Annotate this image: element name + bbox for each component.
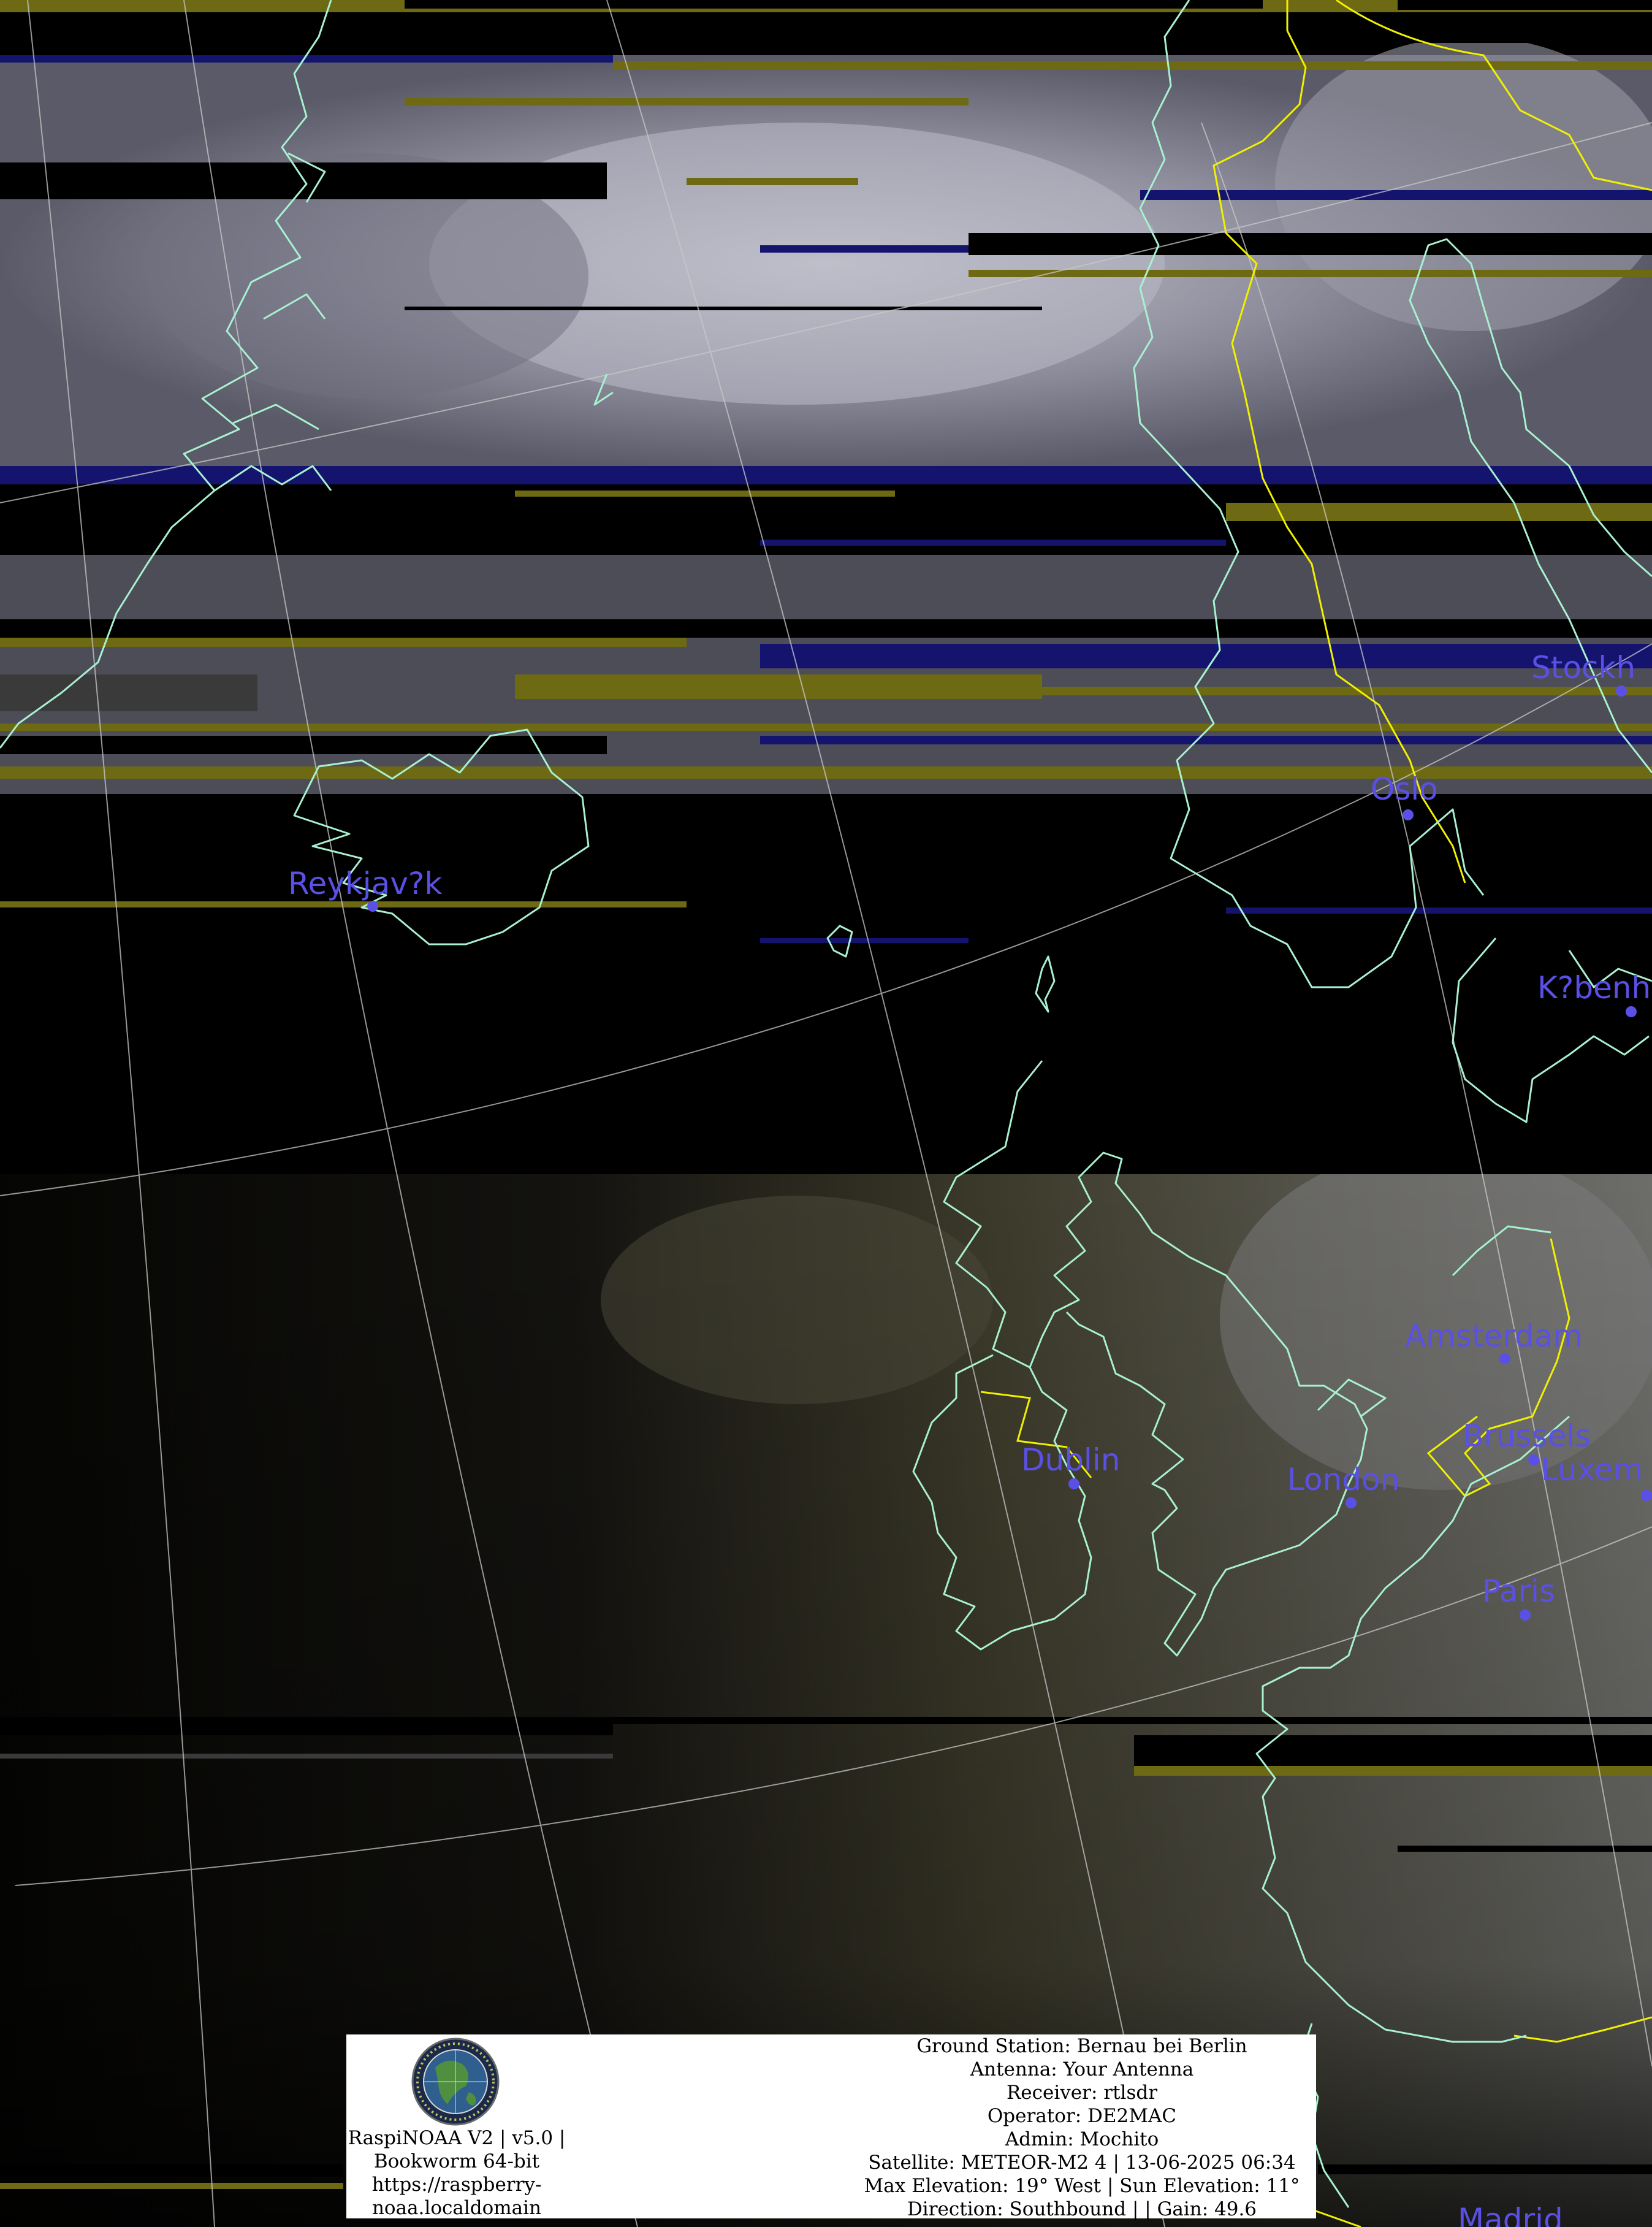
direction-gain: Direction: Southbound | | Gain: 49.6 — [907, 2198, 1257, 2220]
scanline-artifact — [969, 270, 1652, 277]
city-label-luxembourg: Luxem — [1541, 1452, 1643, 1488]
city-dot-reykjavik — [367, 901, 378, 912]
city-dot-amsterdam — [1499, 1353, 1510, 1364]
scanline-artifact — [0, 1717, 613, 1735]
satellite-image: Reykjav?k Oslo Stockh K?benh Amsterdam B… — [0, 0, 1652, 2227]
scanline-artifact — [969, 233, 1652, 255]
satellite-map — [0, 0, 1652, 2227]
scanline-artifact — [0, 25, 1652, 43]
city-label-dublin: Dublin — [1021, 1442, 1121, 1478]
scanline-artifact — [515, 674, 1042, 699]
scanline-artifact — [1398, 0, 1652, 10]
operator: Operator: DE2MAC — [987, 2105, 1177, 2127]
scanline-artifact — [760, 938, 969, 943]
city-dot-paris — [1520, 1610, 1531, 1621]
os-version: Bookworm 64-bit — [373, 2150, 540, 2172]
station-software-info: RaspiNOAA V2 | v5.0 | Bookworm 64-bit ht… — [346, 2126, 567, 2220]
ground-station: Ground Station: Bernau bei Berlin — [916, 2035, 1247, 2057]
station-url-line-2: noaa.localdomain — [371, 2197, 542, 2219]
admin: Admin: Mochito — [1005, 2128, 1159, 2150]
scanline-artifact — [0, 1754, 613, 1759]
scanline-artifact — [0, 674, 257, 711]
pass-details: Ground Station: Bernau bei Berlin Antenn… — [849, 2034, 1315, 2221]
scanline-artifact — [1042, 478, 1410, 484]
scanline-artifact — [405, 0, 1263, 9]
scanline-artifact — [1042, 687, 1652, 695]
city-label-oslo: Oslo — [1371, 771, 1438, 807]
scanline-artifact — [0, 638, 687, 647]
city-label-paris: Paris — [1482, 1573, 1556, 1609]
data-gap — [0, 809, 1652, 1174]
satellite-pass: Satellite: METEOR-M2 4 | 13-06-2025 06:3… — [868, 2152, 1296, 2174]
station-url-line-1: https://raspberry- — [371, 2174, 542, 2196]
city-dot-copenhagen — [1626, 1006, 1637, 1017]
scanline-artifact — [515, 491, 895, 497]
scanline-artifact — [405, 307, 1042, 310]
pass-info-box: RaspiNOAA V2 | v5.0 | Bookworm 64-bit ht… — [346, 2034, 1316, 2221]
software-version: RaspiNOAA V2 | v5.0 | — [348, 2127, 566, 2149]
elevation-info: Max Elevation: 19° West | Sun Elevation:… — [864, 2175, 1300, 2197]
scanline-artifact — [1134, 1766, 1652, 1776]
scanline-artifact — [1140, 190, 1652, 200]
city-label-copenhagen: K?benh — [1537, 970, 1651, 1006]
scanline-artifact — [405, 98, 969, 105]
scanline-artifact — [760, 540, 1226, 546]
scanline-artifact — [0, 736, 607, 754]
scanline-artifact — [613, 1717, 1652, 1724]
city-label-amsterdam: Amsterdam — [1405, 1318, 1583, 1354]
city-label-reykjavik: Reykjav?k — [288, 866, 443, 901]
scanline-artifact — [0, 619, 1652, 638]
city-label-madrid: Madrid — [1458, 2202, 1563, 2227]
city-dot-london — [1346, 1497, 1357, 1508]
scanline-artifact — [760, 736, 1652, 744]
scanline-artifact — [687, 178, 858, 185]
antenna: Antenna: Your Antenna — [970, 2058, 1194, 2080]
scanline-artifact — [1226, 907, 1652, 914]
city-dot-stockholm — [1616, 686, 1627, 697]
city-dot-brussels — [1528, 1454, 1539, 1465]
scanline-artifact — [0, 2183, 343, 2189]
city-dot-dublin — [1068, 1478, 1079, 1489]
scanline-artifact — [0, 724, 1652, 731]
raspinoaa-globe-logo-icon — [411, 2038, 500, 2126]
city-label-brussels: Brussels — [1463, 1418, 1591, 1454]
scanline-artifact — [1318, 2164, 1652, 2174]
scanline-artifact — [760, 644, 1652, 668]
city-dot-luxembourg — [1641, 1490, 1652, 1501]
scanline-artifact — [613, 61, 1652, 70]
receiver: Receiver: rtlsdr — [1006, 2082, 1158, 2104]
city-label-stockholm: Stockh — [1531, 650, 1636, 686]
scanline-artifact — [0, 2164, 343, 2177]
city-dot-oslo — [1403, 809, 1414, 820]
city-label-london: London — [1287, 1462, 1400, 1497]
